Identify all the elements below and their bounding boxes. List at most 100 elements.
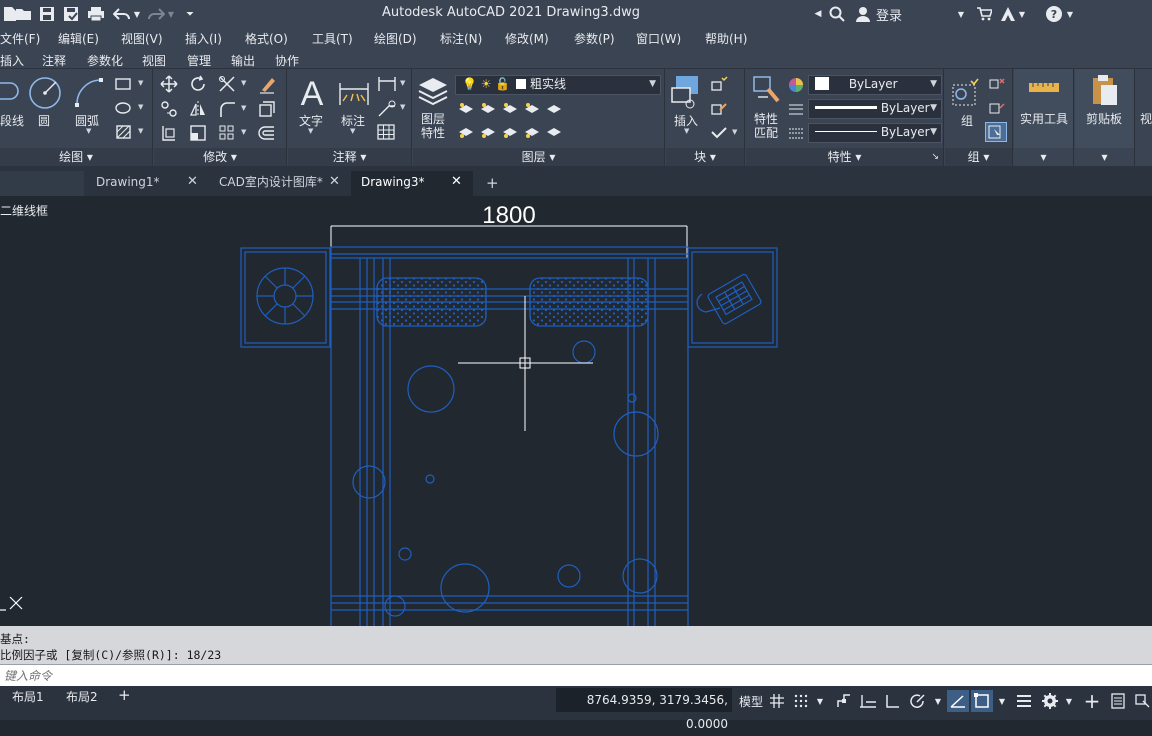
a360-dropdown-icon[interactable]: ▼	[1016, 4, 1028, 24]
table-icon[interactable]	[377, 124, 395, 140]
file-tab-drawing1[interactable]: Drawing1* ✕	[86, 171, 206, 196]
move-icon[interactable]	[160, 75, 178, 93]
login-dropdown-icon[interactable]: ▼	[955, 4, 967, 24]
undo-icon[interactable]	[112, 4, 132, 24]
quick-properties-icon[interactable]	[1108, 690, 1128, 712]
explode-icon[interactable]	[258, 100, 276, 118]
menu-view[interactable]: 视图(V)	[121, 30, 163, 47]
menu-help[interactable]: 帮助(H)	[705, 30, 747, 47]
group-selection-toggle-icon[interactable]	[985, 122, 1007, 142]
linetype-dropdown[interactable]: ByLayer ▼	[808, 123, 942, 143]
text-icon[interactable]: A	[298, 75, 326, 109]
group-label[interactable]: 组	[961, 112, 973, 129]
customization-icon[interactable]	[1134, 690, 1152, 712]
circle-label[interactable]: 圆	[38, 112, 50, 129]
search-icon[interactable]	[827, 4, 847, 24]
lineweight-icon[interactable]	[788, 103, 804, 117]
ortho-icon[interactable]	[882, 690, 902, 712]
color-wheel-icon[interactable]	[788, 77, 804, 93]
ribbon-tab-manage[interactable]: 管理	[187, 52, 211, 69]
create-block-icon[interactable]	[710, 76, 728, 92]
ribbon-tab-view[interactable]: 视图	[142, 52, 166, 69]
dynamic-input-icon[interactable]	[858, 690, 878, 712]
layer-properties-label[interactable]: 图层 特性	[421, 112, 445, 140]
clipboard-panel-dropdown[interactable]: ▾	[1075, 148, 1134, 166]
menu-tools[interactable]: 工具(T)	[312, 30, 353, 47]
ungroup-icon[interactable]	[988, 76, 1006, 92]
hatch-icon[interactable]	[115, 124, 133, 140]
drawing-canvas[interactable]: 二维线框 1800	[0, 196, 1152, 626]
menu-insert[interactable]: 插入(I)	[185, 30, 222, 47]
linear-dim-icon[interactable]	[377, 76, 397, 92]
menu-format[interactable]: 格式(O)	[245, 30, 288, 47]
ribbon-tab-annotate[interactable]: 注释	[42, 52, 66, 69]
close-tab-cad-library-icon[interactable]: ✕	[329, 171, 340, 193]
menu-file[interactable]: 文件(F)	[0, 30, 40, 47]
print-icon[interactable]	[86, 4, 106, 24]
layers-panel-title[interactable]: 图层 ▾	[413, 148, 664, 166]
workspace-dropdown-icon[interactable]: ▼	[1063, 690, 1075, 712]
annotation-panel-title[interactable]: 注释 ▾	[288, 148, 411, 166]
utilities-panel-dropdown[interactable]: ▾	[1014, 148, 1073, 166]
fillet-icon[interactable]	[218, 100, 236, 118]
array-dropdown-icon[interactable]: ▼	[241, 128, 246, 136]
edit-block-icon[interactable]	[710, 100, 728, 116]
menu-modify[interactable]: 修改(M)	[505, 30, 549, 47]
lineweight-display-icon[interactable]	[1014, 690, 1034, 712]
menu-dimension[interactable]: 标注(N)	[440, 30, 482, 47]
block-attributes-dropdown-icon[interactable]: ▼	[732, 128, 737, 136]
ribbon-tab-collaborate[interactable]: 协作	[275, 52, 299, 69]
ellipse-icon[interactable]	[114, 101, 134, 115]
layer-properties-icon[interactable]	[417, 75, 451, 107]
snap-icon[interactable]	[792, 690, 810, 712]
save-icon[interactable]	[37, 4, 57, 24]
trim-dropdown-icon[interactable]: ▼	[241, 79, 246, 87]
infer-constraints-icon[interactable]	[834, 690, 854, 712]
menu-window[interactable]: 窗口(W)	[636, 30, 681, 47]
redo-icon[interactable]	[146, 4, 166, 24]
undo-dropdown-icon[interactable]: ▼	[131, 4, 143, 24]
pillow-left[interactable]	[376, 277, 487, 327]
grid-icon[interactable]	[768, 690, 786, 712]
scale-icon[interactable]	[189, 124, 207, 142]
match-properties-icon[interactable]	[752, 75, 784, 107]
arc-dropdown-icon[interactable]: ▼	[86, 127, 91, 135]
object-snap-dropdown-icon[interactable]: ▼	[996, 690, 1008, 712]
menu-edit[interactable]: 编辑(E)	[58, 30, 99, 47]
insert-block-icon[interactable]	[670, 74, 702, 110]
mirror-icon[interactable]	[189, 100, 207, 118]
file-tab-cad-library[interactable]: CAD室内设计图库* ✕	[209, 171, 349, 196]
user-icon[interactable]	[853, 4, 873, 24]
nightstand-right[interactable]	[687, 247, 778, 348]
fillet-dropdown-icon[interactable]: ▼	[241, 104, 246, 112]
layer-tools-row1-icons[interactable]	[457, 101, 577, 117]
isodraft-icon[interactable]	[947, 690, 969, 712]
ribbon-tab-output[interactable]: 输出	[231, 52, 255, 69]
groups-panel-title[interactable]: 组 ▾	[945, 148, 1012, 166]
polyline-label[interactable]: 段线	[0, 112, 24, 129]
dimension-dropdown-icon[interactable]: ▼	[350, 127, 355, 135]
stretch-icon[interactable]	[160, 124, 178, 142]
lineweight-dropdown[interactable]: ByLayer ▼	[808, 99, 942, 119]
cart-icon[interactable]	[974, 4, 994, 24]
group-edit-icon[interactable]	[988, 100, 1006, 116]
group-icon[interactable]	[951, 77, 981, 109]
help-icon[interactable]: ?	[1044, 4, 1064, 24]
start-tab[interactable]	[0, 171, 84, 196]
arc-icon[interactable]	[74, 77, 104, 107]
linear-dim-dropdown-icon[interactable]: ▼	[400, 79, 405, 87]
dimension-icon[interactable]	[337, 79, 371, 107]
measure-icon[interactable]	[1028, 79, 1060, 95]
help-dropdown-icon[interactable]: ▼	[1064, 4, 1076, 24]
close-tab-drawing1-icon[interactable]: ✕	[187, 171, 198, 193]
copy-icon[interactable]	[160, 100, 178, 118]
dimension-1800[interactable]: 1800	[330, 202, 688, 258]
menu-draw[interactable]: 绘图(D)	[374, 30, 417, 47]
pillow-right[interactable]	[529, 277, 649, 327]
linetype-icon[interactable]	[788, 127, 804, 141]
redo-dropdown-icon[interactable]: ▼	[165, 4, 177, 24]
block-panel-title[interactable]: 块 ▾	[666, 148, 744, 166]
customize-toolbar-icon[interactable]: ⏷	[180, 4, 200, 24]
paste-icon[interactable]	[1091, 73, 1119, 107]
color-dropdown[interactable]: ByLayer ▼	[808, 75, 942, 95]
